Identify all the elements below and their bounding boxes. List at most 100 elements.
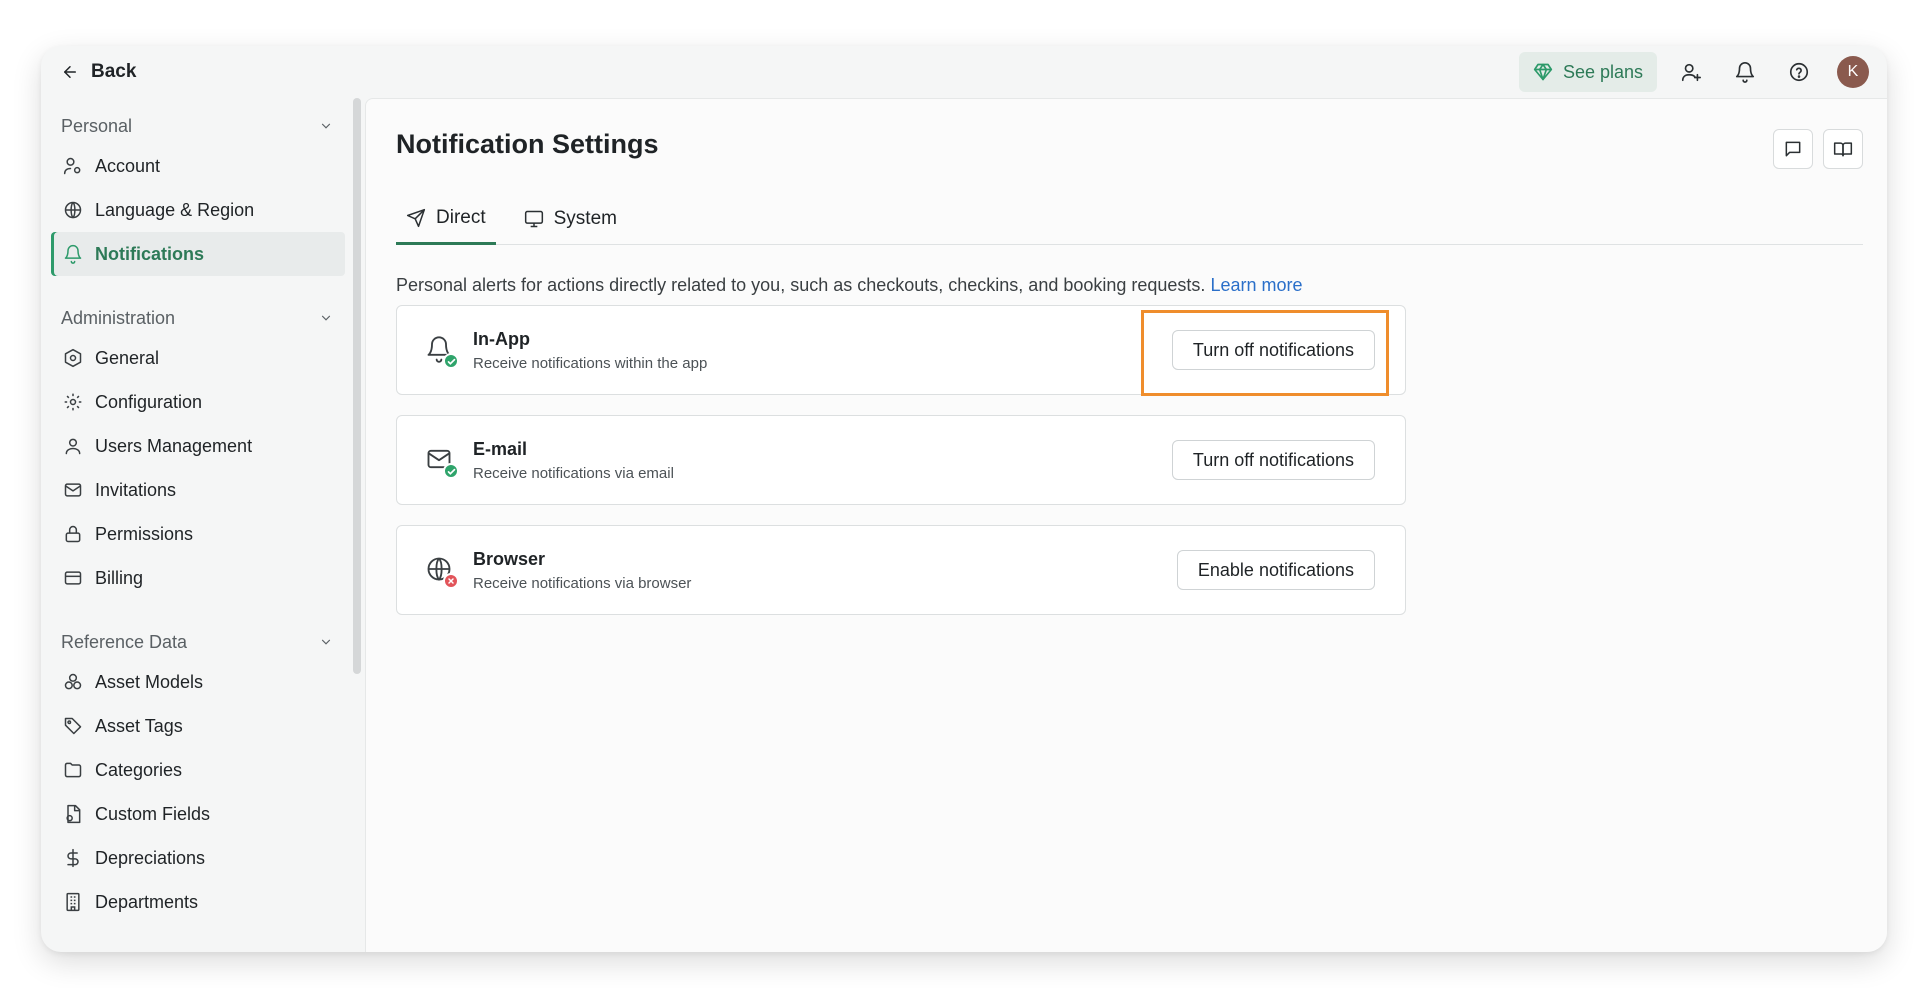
sidebar-item-label: Asset Models — [95, 671, 204, 692]
feedback-button[interactable] — [1773, 129, 1813, 169]
sidebar-item-label: Users Management — [95, 435, 253, 456]
sidebar-item-label: Language & Region — [95, 199, 255, 220]
sidebar-scrollbar[interactable] — [353, 98, 361, 674]
sidebar-item-label: General — [95, 347, 160, 368]
sidebar-item-label: Account — [95, 155, 161, 176]
top-actions: See plans K — [1518, 52, 1869, 92]
dollar-icon — [67, 848, 79, 868]
channel-icon — [425, 335, 459, 369]
card-text: Browser Receive notifications via browse… — [473, 549, 691, 592]
book-open-icon — [1833, 142, 1853, 157]
channel-card-email: E-mail Receive notifications via email T… — [396, 415, 1406, 505]
tab-system[interactable]: System — [514, 193, 627, 245]
bell-icon — [1735, 62, 1755, 83]
sidebar-item-custom-fields[interactable]: Custom Fields — [51, 792, 345, 836]
user-plus-icon — [1681, 63, 1701, 82]
user-icon — [65, 438, 81, 455]
status-check-icon — [443, 463, 459, 479]
sidebar-item-billing[interactable]: Billing — [51, 556, 345, 600]
sidebar-item-users-management[interactable]: Users Management — [51, 424, 345, 468]
file-code-icon — [66, 804, 81, 824]
learn-more-link[interactable]: Learn more — [1210, 275, 1302, 295]
card-info: Browser Receive notifications via browse… — [425, 549, 691, 592]
tag-icon — [64, 717, 82, 735]
card-description: Receive notifications via email — [473, 464, 674, 482]
sidebar-item-label: Configuration — [95, 391, 203, 412]
see-plans-button[interactable]: See plans — [1518, 52, 1657, 92]
card-description: Receive notifications within the app — [473, 354, 708, 372]
intro-text: Personal alerts for actions directly rel… — [396, 275, 1303, 296]
status-x-icon — [443, 573, 459, 589]
card-info: E-mail Receive notifications via email — [425, 439, 674, 482]
header-actions — [1773, 129, 1863, 169]
sidebar-item-invitations[interactable]: Invitations — [51, 468, 345, 512]
card-title: Browser — [473, 548, 546, 569]
help-circle-icon — [1789, 62, 1809, 82]
arrow-left-icon — [64, 66, 76, 78]
sidebar-section-administration[interactable]: Administration — [51, 300, 345, 336]
sidebar-item-label: Custom Fields — [95, 803, 211, 824]
sidebar-item-asset-tags[interactable]: Asset Tags — [51, 704, 345, 748]
enable-browser-button[interactable]: Enable notifications — [1176, 550, 1375, 590]
sidebar-item-label: Permissions — [95, 523, 194, 544]
sidebar-item-label: Billing — [95, 567, 144, 588]
sidebar-item-configuration[interactable]: Configuration — [51, 380, 345, 424]
building-icon — [66, 892, 80, 912]
tab-label: System — [553, 208, 617, 229]
turn-off-email-button[interactable]: Turn off notifications — [1171, 440, 1375, 480]
chevron-down-icon — [321, 315, 331, 321]
card-description: Receive notifications via browser — [473, 574, 692, 592]
invite-user-button[interactable] — [1671, 52, 1711, 92]
sidebar-item-notifications[interactable]: Notifications — [51, 232, 345, 276]
channel-icon — [425, 445, 459, 479]
card-text: E-mail Receive notifications via email — [473, 439, 674, 482]
section-title: Personal — [61, 115, 133, 136]
credit-card-icon — [64, 571, 82, 585]
sidebar-item-general[interactable]: General — [51, 336, 345, 380]
globe-icon — [64, 201, 82, 219]
channel-icon — [425, 555, 459, 589]
back-button[interactable]: Back — [61, 61, 136, 83]
sidebar-item-label: Notifications — [95, 243, 205, 264]
sidebar-item-departments[interactable]: Departments — [51, 880, 345, 924]
sidebar-item-asset-models[interactable]: Asset Models — [51, 660, 345, 704]
sidebar-item-account[interactable]: Account — [51, 144, 345, 188]
sidebar-section-reference-data[interactable]: Reference Data — [51, 624, 345, 660]
main-content: Notification Settings Direct System Pers… — [365, 98, 1887, 952]
sidebar-item-language-region[interactable]: Language & Region — [51, 188, 345, 232]
message-square-icon — [1785, 141, 1801, 157]
gem-icon — [1533, 63, 1553, 81]
tab-direct[interactable]: Direct — [396, 193, 496, 245]
section-title: Reference Data — [61, 631, 188, 652]
channel-card-in-app: In-App Receive notifications within the … — [396, 305, 1406, 395]
sidebar-item-depreciations[interactable]: Depreciations — [51, 836, 345, 880]
top-bar: Back See plans K — [41, 46, 1887, 98]
app-window: Back See plans K Personal Account Langua… — [41, 46, 1887, 952]
sidebar-item-label: Invitations — [95, 479, 177, 500]
gear-icon — [64, 393, 82, 411]
bell-icon — [64, 244, 82, 264]
turn-off-in-app-button[interactable]: Turn off notifications — [1171, 330, 1375, 370]
see-plans-label: See plans — [1562, 61, 1643, 82]
chevron-down-icon — [321, 639, 331, 645]
notifications-button[interactable] — [1725, 52, 1765, 92]
sidebar-section-personal[interactable]: Personal — [51, 108, 345, 144]
hexagon-icon — [64, 348, 82, 368]
card-text: In-App Receive notifications within the … — [473, 329, 707, 372]
intro-description: Personal alerts for actions directly rel… — [396, 275, 1206, 295]
docs-button[interactable] — [1823, 129, 1863, 169]
avatar[interactable]: K — [1837, 56, 1869, 88]
sidebar-item-categories[interactable]: Categories — [51, 748, 345, 792]
channel-card-browser: Browser Receive notifications via browse… — [396, 525, 1406, 615]
card-title: E-mail — [473, 438, 528, 459]
folder-icon — [64, 762, 82, 778]
mail-icon — [64, 483, 82, 497]
sidebar-item-label: Departments — [95, 891, 199, 912]
card-title: In-App — [473, 328, 530, 349]
monitor-icon — [524, 210, 543, 228]
sidebar-item-permissions[interactable]: Permissions — [51, 512, 345, 556]
page-title: Notification Settings — [396, 129, 659, 159]
help-button[interactable] — [1779, 52, 1819, 92]
